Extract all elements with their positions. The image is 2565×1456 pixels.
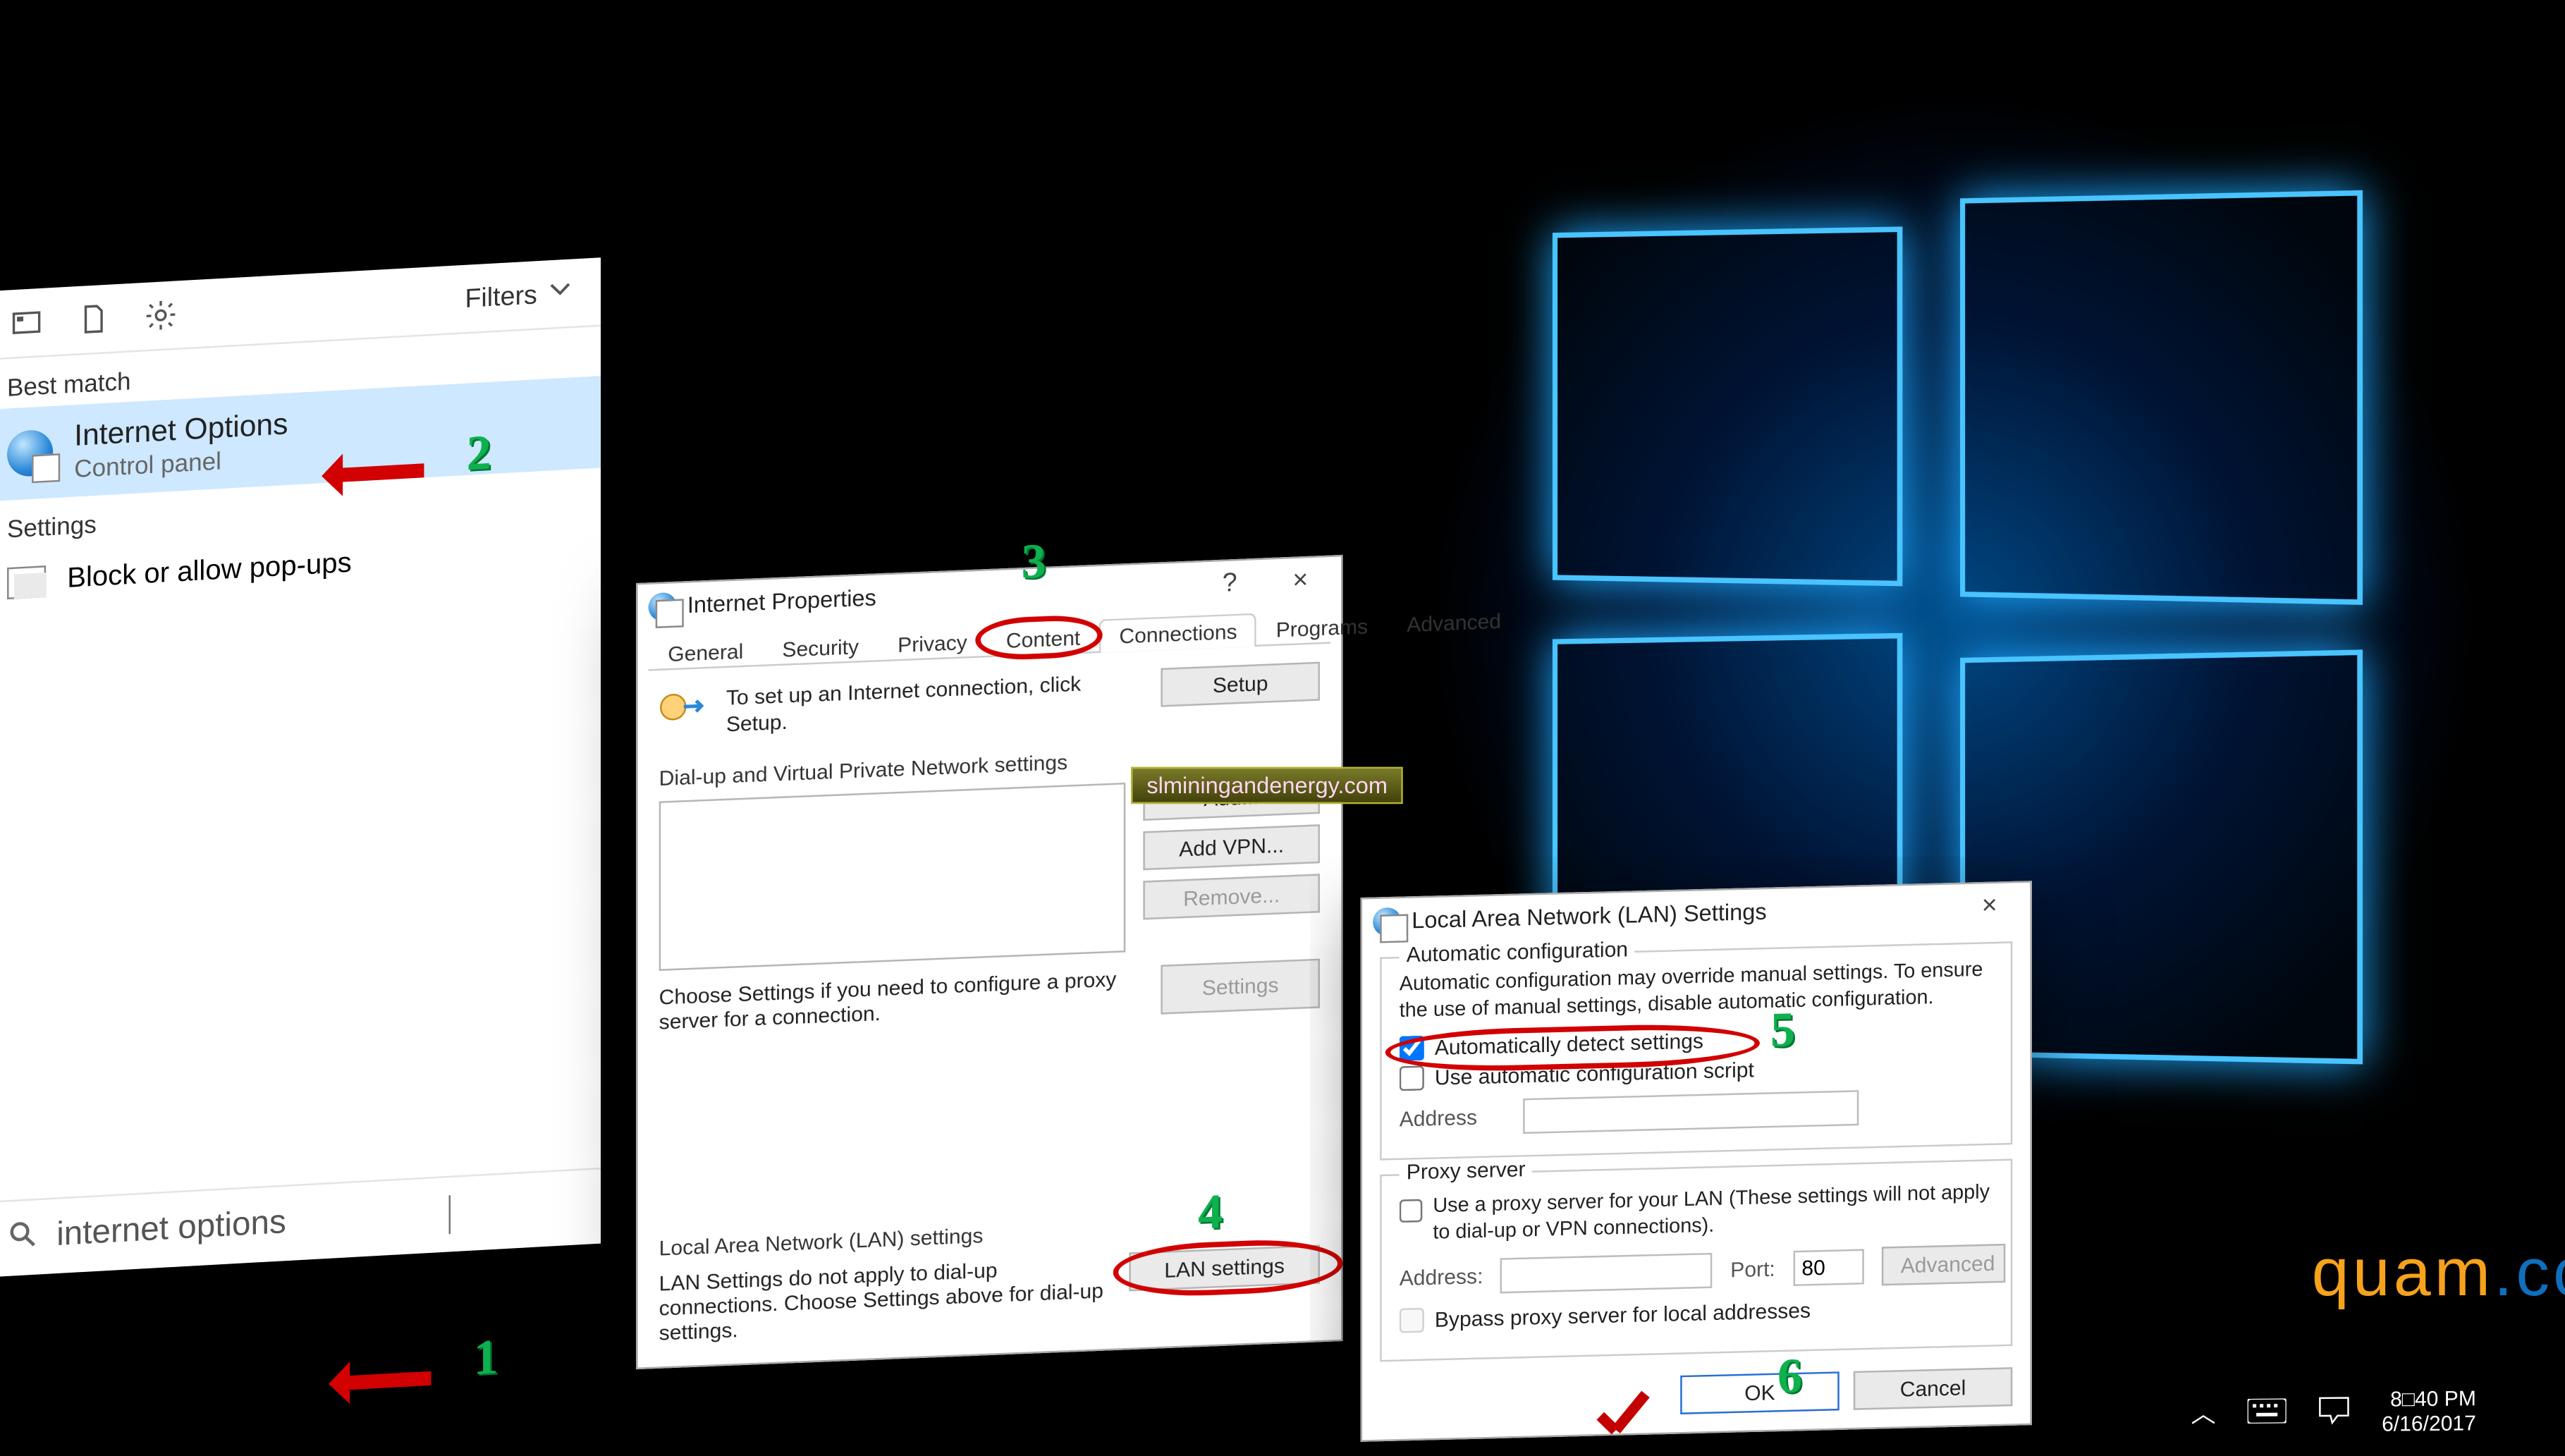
add-vpn-button[interactable]: Add VPN... xyxy=(1143,824,1320,870)
annotation-checkmark xyxy=(1590,1395,1660,1450)
close-button[interactable]: × xyxy=(1271,564,1330,597)
chevron-down-icon xyxy=(548,277,573,310)
script-address-input[interactable] xyxy=(1523,1090,1859,1134)
use-proxy-checkbox[interactable]: Use a proxy server for your LAN (These s… xyxy=(1400,1180,1993,1248)
start-search-panel: Filters Best match Internet Options Cont… xyxy=(0,257,601,1278)
filters-dropdown[interactable]: Filters xyxy=(465,277,572,314)
search-input[interactable] xyxy=(56,1196,445,1256)
proxy-address-input[interactable] xyxy=(1500,1252,1713,1293)
lan-settings-button[interactable]: LAN settings xyxy=(1129,1245,1320,1292)
bypass-local-checkbox[interactable]: Bypass proxy server for local addresses xyxy=(1400,1293,1993,1333)
action-center-icon[interactable] xyxy=(2318,1396,2350,1430)
tab-general[interactable]: General xyxy=(649,632,763,671)
internet-properties-dialog: Internet Properties ? × General Security… xyxy=(636,555,1342,1369)
keyboard-icon[interactable] xyxy=(2248,1398,2287,1429)
watermark-text: quam.cc xyxy=(2312,1237,2565,1313)
tab-connections[interactable]: Connections xyxy=(1100,613,1256,653)
proxy-address-label: Address: xyxy=(1400,1264,1483,1290)
dialog-icon xyxy=(1373,906,1401,935)
search-icon xyxy=(7,1218,39,1259)
remove-button[interactable]: Remove... xyxy=(1143,874,1320,919)
ok-button[interactable]: OK xyxy=(1680,1371,1839,1414)
apps-view-icon[interactable] xyxy=(11,306,42,340)
proxy-port-label: Port: xyxy=(1730,1256,1775,1282)
popups-icon xyxy=(7,565,46,599)
gear-icon[interactable] xyxy=(145,298,176,332)
lan-settings-dialog: Local Area Network (LAN) Settings × Auto… xyxy=(1361,881,2032,1441)
proxy-server-group: Proxy server Use a proxy server for your… xyxy=(1380,1158,2012,1362)
tab-content[interactable]: Content xyxy=(986,619,1099,657)
connection-wizard-icon xyxy=(659,686,709,732)
system-tray: ︿ 8□40 PM 6/16/2017 xyxy=(2191,1386,2475,1440)
proxy-advanced-button[interactable]: Advanced xyxy=(1881,1243,2004,1285)
auto-config-group: Automatic configuration Automatic config… xyxy=(1380,941,2012,1160)
internet-options-icon xyxy=(7,429,53,477)
close-button[interactable]: × xyxy=(1959,890,2019,922)
cancel-button[interactable]: Cancel xyxy=(1854,1366,2013,1409)
tab-security[interactable]: Security xyxy=(763,628,879,666)
dialog-icon xyxy=(649,591,677,620)
tab-advanced[interactable]: Advanced xyxy=(1388,602,1521,641)
lan-desc: LAN Settings do not apply to dial-up con… xyxy=(659,1253,1112,1345)
setup-button[interactable]: Setup xyxy=(1161,662,1320,707)
dialog-title: Internet Properties xyxy=(687,584,876,618)
tray-overflow-icon[interactable]: ︿ xyxy=(2191,1396,2215,1431)
document-icon[interactable] xyxy=(78,302,109,336)
auto-config-note: Automatic configuration may override man… xyxy=(1400,958,1993,1025)
settings-button[interactable]: Settings xyxy=(1161,959,1320,1015)
proxy-port-input[interactable] xyxy=(1793,1249,1863,1286)
dialup-listbox[interactable] xyxy=(659,783,1126,971)
taskbar-clock[interactable]: 8□40 PM 6/16/2017 xyxy=(2382,1386,2476,1438)
tab-programs[interactable]: Programs xyxy=(1256,608,1387,647)
tab-privacy[interactable]: Privacy xyxy=(879,624,987,662)
lan-dialog-title: Local Area Network (LAN) Settings xyxy=(1412,898,1766,934)
help-button[interactable]: ? xyxy=(1200,567,1260,599)
script-address-label: Address xyxy=(1400,1104,1505,1132)
overlay-site-label: slminingandenergy.com xyxy=(1131,767,1404,805)
setup-description: To set up an Internet connection, click … xyxy=(726,669,1143,739)
